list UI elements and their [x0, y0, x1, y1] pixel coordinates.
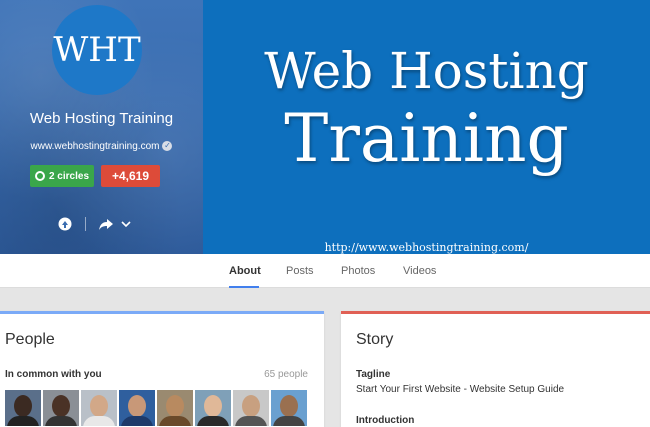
- introduction-label: Introduction: [356, 415, 415, 426]
- circles-button[interactable]: 2 circles: [30, 165, 94, 187]
- verified-check-icon: ✓: [162, 141, 173, 152]
- tab-videos[interactable]: Videos: [403, 254, 436, 288]
- avatar-text: WHT: [53, 30, 141, 70]
- avatar[interactable]: WHT: [52, 5, 142, 95]
- plus-one-button[interactable]: +4,619: [101, 165, 160, 187]
- story-title: Story: [356, 331, 394, 348]
- tabs-bar: About Posts Photos Videos: [0, 254, 650, 288]
- cover-url: http://www.webhostingtraining.com/: [324, 241, 529, 254]
- person-avatar[interactable]: [43, 390, 79, 426]
- hangouts-icon[interactable]: [57, 216, 73, 232]
- cover-title-line1: Web Hosting: [264, 42, 589, 100]
- person-avatar[interactable]: [233, 390, 269, 426]
- circle-ring-icon: [34, 171, 45, 181]
- person-avatar[interactable]: [81, 390, 117, 426]
- in-common-label: In common with you: [5, 369, 102, 380]
- profile-url-text: www.webhostingtraining.com: [30, 141, 160, 152]
- profile-actions: [57, 215, 134, 233]
- profile-url[interactable]: www.webhostingtraining.com ✓: [0, 141, 203, 152]
- person-avatar[interactable]: [157, 390, 193, 426]
- profile-panel: WHT Web Hosting Training www.webhostingt…: [0, 0, 203, 254]
- cover-title-line2: Training: [284, 100, 569, 177]
- person-avatar[interactable]: [5, 390, 41, 426]
- tab-about[interactable]: About: [229, 254, 261, 288]
- people-card: People In common with you 65 people: [0, 311, 324, 427]
- tab-posts[interactable]: Posts: [286, 254, 314, 288]
- person-avatar[interactable]: [119, 390, 155, 426]
- person-avatar[interactable]: [195, 390, 231, 426]
- active-tab-indicator: [229, 286, 259, 288]
- cover-header: WHT Web Hosting Training www.webhostingt…: [0, 0, 650, 254]
- people-count[interactable]: 65 people: [264, 369, 308, 380]
- story-card: Story Tagline Start Your First Website -…: [341, 311, 650, 427]
- person-avatar[interactable]: [271, 390, 307, 426]
- chevron-down-icon[interactable]: [118, 216, 134, 232]
- action-divider: [85, 217, 86, 231]
- tagline-value: Start Your First Website - Website Setup…: [356, 384, 565, 395]
- people-title: People: [5, 331, 55, 348]
- circles-label: 2 circles: [48, 170, 90, 182]
- tab-photos[interactable]: Photos: [341, 254, 375, 288]
- people-avatars: [5, 390, 307, 426]
- profile-name[interactable]: Web Hosting Training: [0, 110, 203, 127]
- tagline-label: Tagline: [356, 369, 391, 380]
- share-icon[interactable]: [98, 216, 114, 232]
- plus-count: +4,619: [111, 169, 150, 183]
